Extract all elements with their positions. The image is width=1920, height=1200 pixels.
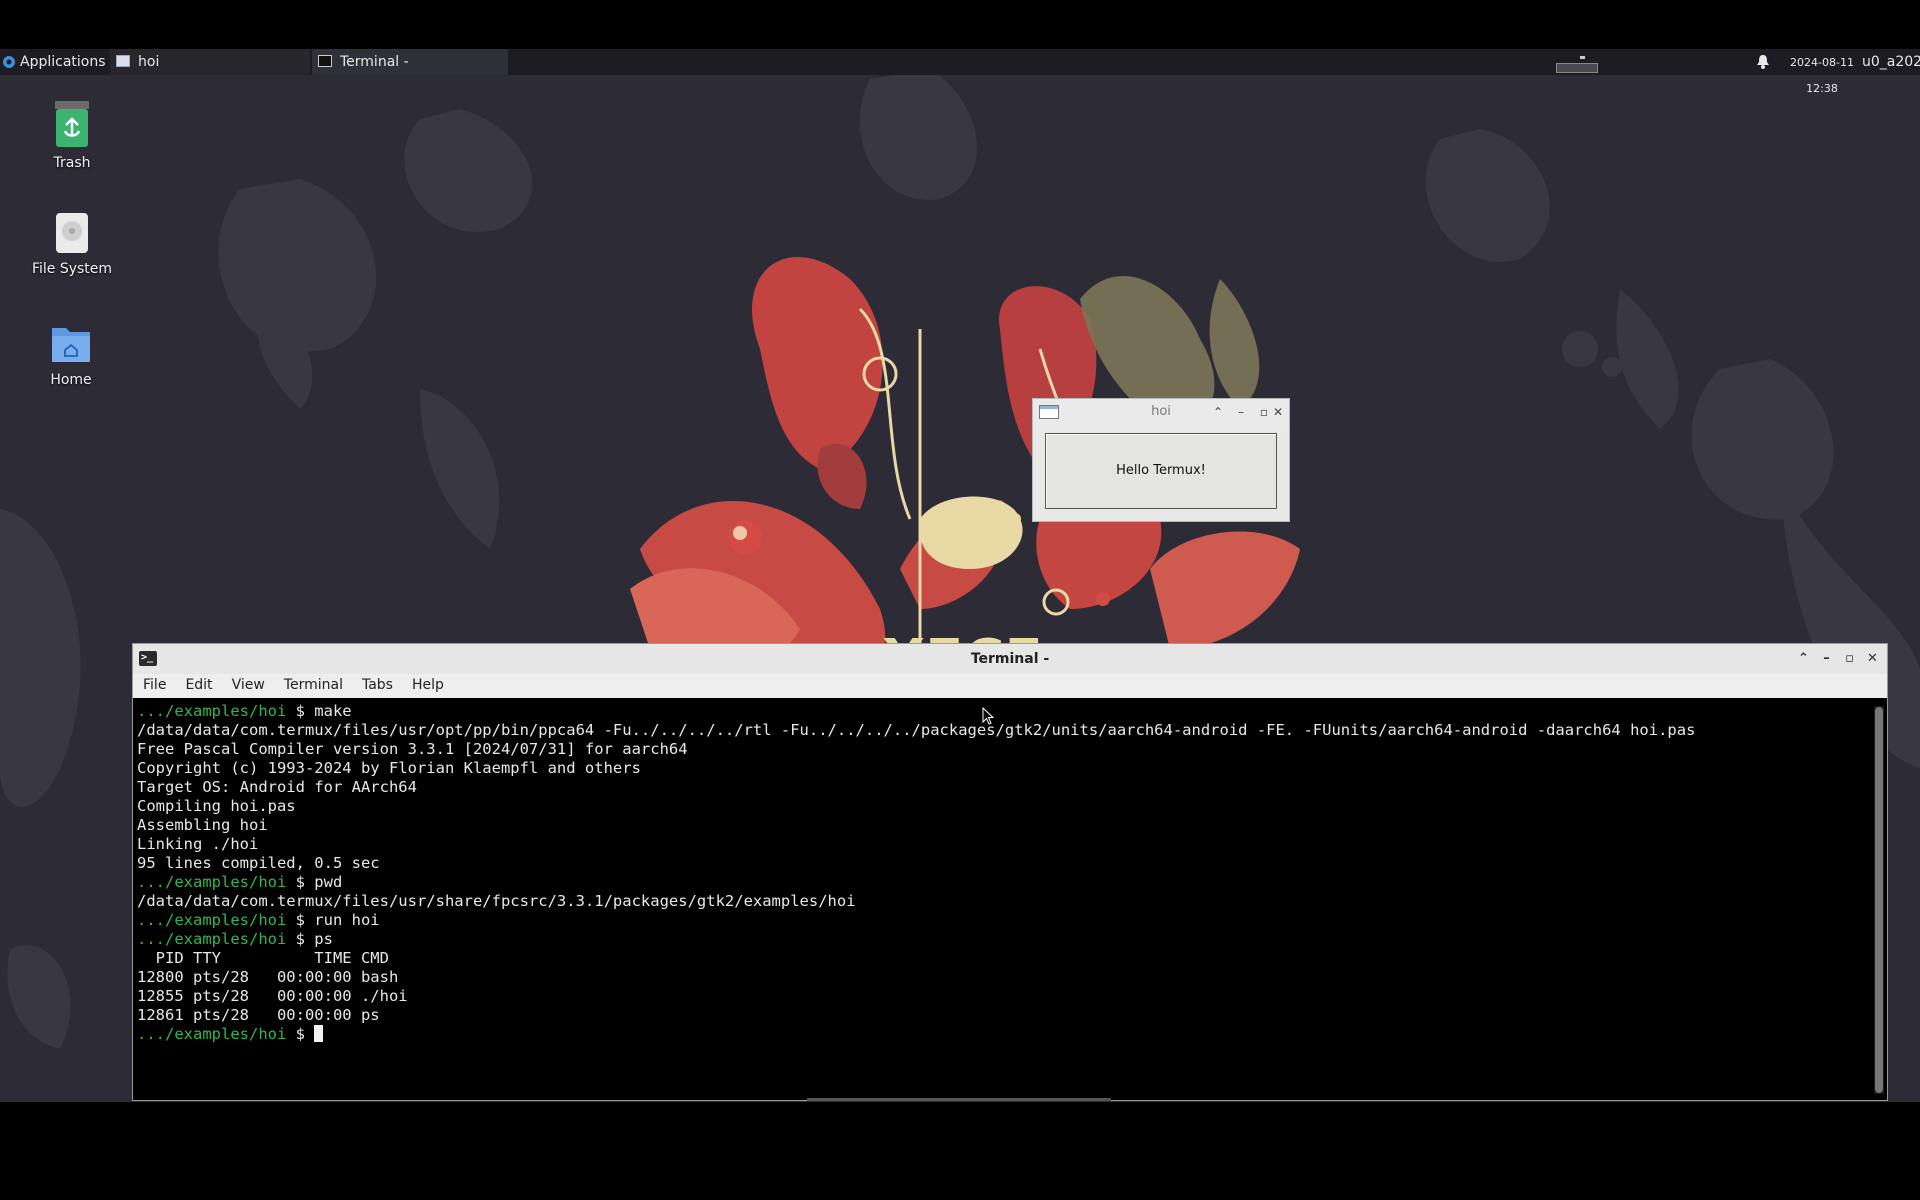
terminal-text: Free Pascal Compiler version 3.3.1 [2024…: [137, 740, 688, 758]
clock-time: 12:38: [1806, 82, 1838, 95]
mouse-pointer-icon: [982, 707, 994, 725]
terminal-window: Terminal - ⌃ – ▫ ✕ FileEditViewTerminalT…: [132, 643, 1888, 1101]
hoi-titlebar[interactable]: hoi ⌃ – ▫ ✕: [1033, 399, 1289, 425]
terminal-text: Copyright (c) 1993-2024 by Florian Klaem…: [137, 759, 641, 777]
terminal-menubar: File Edit View Terminal Tabs Help: [133, 674, 1887, 698]
terminal-text: 95 lines compiled, 0.5 sec: [137, 854, 380, 872]
panel-clock[interactable]: 2024-08-11 12:38: [1782, 49, 1862, 95]
hoi-title: hoi: [1151, 404, 1171, 419]
xfce-logo-icon: [3, 56, 15, 68]
taskbar-item-hoi[interactable]: hoi: [110, 49, 310, 75]
terminal-line: .../examples/hoi $ run hoi: [137, 911, 1867, 930]
terminal-line: Assembling hoi: [137, 816, 1867, 835]
terminal-text: $ run hoi: [286, 911, 380, 929]
notification-bell-icon[interactable]: [1756, 49, 1774, 75]
shell-prompt: .../examples/hoi: [137, 1025, 287, 1043]
top-panel: Applications ⁝ hoi Terminal - 2024-08-11…: [0, 49, 1920, 95]
scrollbar-thumb[interactable]: [1875, 707, 1883, 1093]
minimize-button[interactable]: –: [1230, 399, 1252, 425]
terminal-text: 12855 pts/28 00:00:00 ./hoi: [137, 987, 408, 1005]
workspace-1[interactable]: [1556, 63, 1598, 73]
terminal-text: $ make: [286, 702, 352, 720]
terminal-line: Target OS: Android for AArch64: [137, 778, 1867, 797]
close-button[interactable]: ✕: [1267, 399, 1289, 425]
maximize-button[interactable]: ▫: [1838, 644, 1861, 674]
minimize-button[interactable]: –: [1815, 644, 1838, 674]
terminal-text: 12861 pts/28 00:00:00 ps: [137, 1006, 380, 1024]
window-icon: [116, 55, 130, 67]
terminal-line: .../examples/hoi $ pwd: [137, 873, 1867, 892]
terminal-line: /data/data/com.termux/files/usr/share/fp…: [137, 892, 1867, 911]
close-button[interactable]: ✕: [1861, 644, 1884, 674]
taskbar-item-label: Terminal -: [340, 54, 409, 70]
terminal-line: 95 lines compiled, 0.5 sec: [137, 854, 1867, 873]
shell-prompt: .../examples/hoi: [137, 702, 287, 720]
terminal-line: .../examples/hoi $ make: [137, 702, 1867, 721]
clock-date: 2024-08-11: [1790, 56, 1854, 69]
trash-icon: [55, 101, 89, 147]
terminal-scrollbar[interactable]: [1874, 706, 1884, 1094]
terminal-line: 12855 pts/28 00:00:00 ./hoi: [137, 987, 1867, 1006]
terminal-text: Compiling hoi.pas: [137, 797, 296, 815]
shade-button[interactable]: ⌃: [1792, 644, 1815, 674]
shade-button[interactable]: ⌃: [1207, 399, 1229, 425]
terminal-titlebar[interactable]: Terminal - ⌃ – ▫ ✕: [133, 643, 1887, 674]
terminal-line: 12861 pts/28 00:00:00 ps: [137, 1006, 1867, 1025]
desktop-icon-label: Home: [50, 372, 92, 388]
desktop-icon-trash[interactable]: Trash: [17, 99, 127, 171]
terminal-text: Assembling hoi: [137, 816, 268, 834]
desktop-icon-home[interactable]: Home: [16, 322, 126, 388]
terminal-line: Linking ./hoi: [137, 835, 1867, 854]
hoi-window: hoi ⌃ – ▫ ✕ Hello Termux!: [1032, 398, 1290, 522]
menu-tabs[interactable]: Tabs: [352, 674, 402, 693]
menu-file[interactable]: File: [133, 674, 175, 693]
hello-termux-button[interactable]: Hello Termux!: [1045, 433, 1277, 509]
terminal-text: PID TTY TIME CMD: [137, 949, 389, 967]
terminal-line: Copyright (c) 1993-2024 by Florian Klaem…: [137, 759, 1867, 778]
terminal-text: $ pwd: [286, 873, 343, 891]
terminal-line: PID TTY TIME CMD: [137, 949, 1867, 968]
menu-terminal[interactable]: Terminal: [274, 674, 352, 693]
terminal-line: Compiling hoi.pas: [137, 797, 1867, 816]
desktop: XFCE Applications ⁝ hoi Terminal - 2024-…: [0, 49, 1920, 1102]
terminal-text: /data/data/com.termux/files/usr/opt/pp/b…: [137, 721, 1696, 739]
shell-prompt: .../examples/hoi: [137, 930, 287, 948]
workspace-switcher[interactable]: [1556, 49, 1600, 75]
drive-icon: [56, 213, 88, 253]
terminal-line: .../examples/hoi $: [137, 1025, 1867, 1044]
menu-view[interactable]: View: [222, 674, 274, 693]
desktop-icon-label: Trash: [53, 155, 91, 171]
terminal-resize-hint: [807, 1098, 1111, 1101]
user-name[interactable]: u0_a202: [1862, 49, 1920, 75]
applications-label: Applications: [20, 54, 106, 70]
terminal-line: 12800 pts/28 00:00:00 bash: [137, 968, 1867, 987]
desktop-icon-label: File System: [31, 261, 113, 277]
text-cursor: [314, 1025, 324, 1042]
window-icon: [1039, 405, 1059, 419]
menu-help[interactable]: Help: [402, 674, 453, 693]
terminal-line: .../examples/hoi $ ps: [137, 930, 1867, 949]
terminal-line: Free Pascal Compiler version 3.3.1 [2024…: [137, 740, 1867, 759]
terminal-text: $: [286, 1025, 315, 1043]
taskbar-item-terminal[interactable]: Terminal -: [312, 49, 508, 75]
terminal-text: /data/data/com.termux/files/usr/share/fp…: [137, 892, 856, 910]
terminal-icon: [139, 643, 157, 673]
menu-edit[interactable]: Edit: [175, 674, 221, 693]
terminal-title: Terminal -: [970, 651, 1050, 667]
terminal-text: Linking ./hoi: [137, 835, 259, 853]
terminal-line: /data/data/com.termux/files/usr/opt/pp/b…: [137, 721, 1867, 740]
terminal-text: $ ps: [286, 930, 333, 948]
shell-prompt: .../examples/hoi: [137, 911, 287, 929]
terminal-output[interactable]: .../examples/hoi $ make/data/data/com.te…: [137, 702, 1867, 1096]
workspace-window-marker: [1580, 56, 1585, 59]
terminal-text: 12800 pts/28 00:00:00 bash: [137, 968, 399, 986]
applications-menu-button[interactable]: Applications ⁝: [0, 49, 114, 75]
desktop-icon-file-system[interactable]: File System: [17, 211, 127, 277]
home-folder-icon: [52, 328, 90, 362]
shell-prompt: .../examples/hoi: [137, 873, 287, 891]
taskbar-item-label: hoi: [138, 54, 160, 70]
terminal-text: Target OS: Android for AArch64: [137, 778, 417, 796]
terminal-icon: [318, 55, 332, 67]
